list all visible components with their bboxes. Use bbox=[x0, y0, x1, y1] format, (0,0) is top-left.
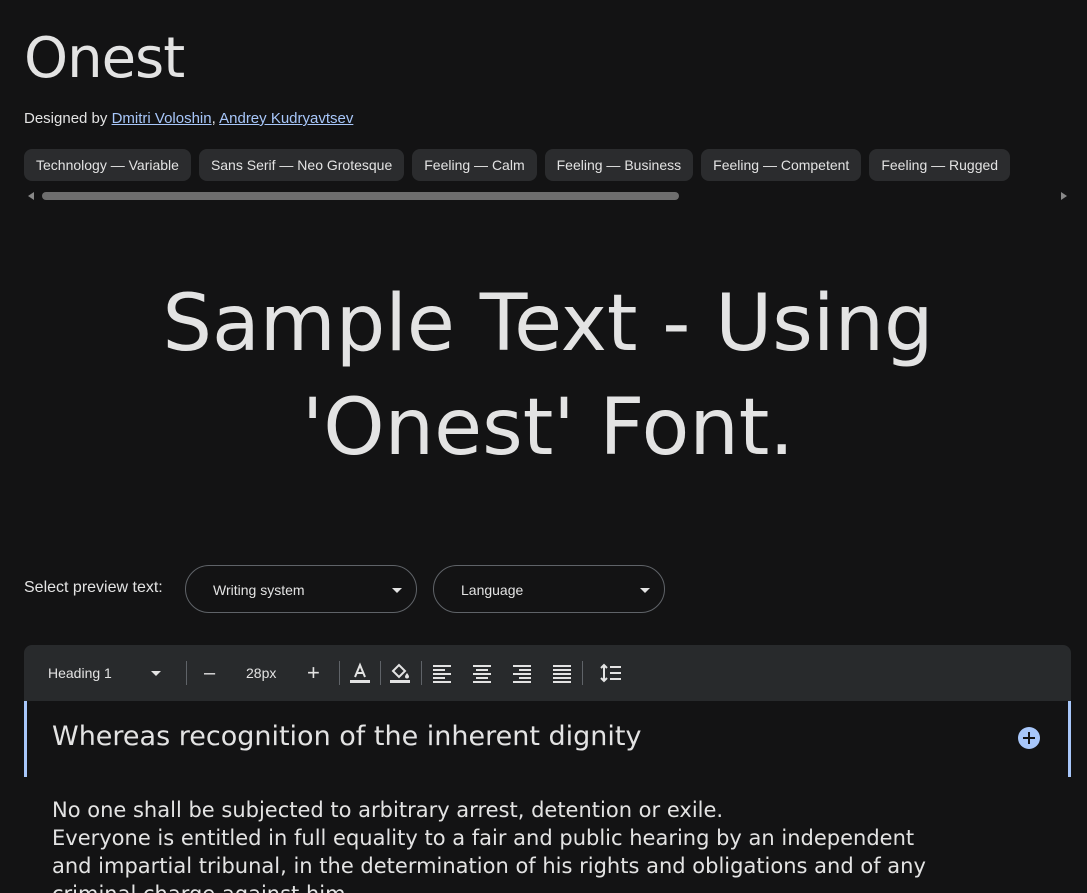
font-title: Onest bbox=[24, 26, 185, 91]
tag-chip[interactable]: Feeling — Competent bbox=[701, 149, 862, 181]
designer-separator: , bbox=[211, 110, 220, 127]
chevron-down-icon bbox=[151, 671, 161, 676]
preview-text-label: Select preview text: bbox=[24, 579, 163, 596]
toolbar-divider bbox=[582, 661, 583, 685]
editor-paragraph[interactable]: Everyone is entitled in full equality to… bbox=[52, 824, 952, 893]
sample-line-1: Sample Text - Using bbox=[162, 279, 934, 369]
language-value: Language bbox=[461, 582, 524, 598]
tag-chip[interactable]: Sans Serif — Neo Grotesque bbox=[198, 149, 405, 181]
chevron-down-icon bbox=[392, 588, 402, 593]
tag-chip[interactable]: Technology — Variable bbox=[24, 149, 191, 181]
align-right-icon[interactable] bbox=[510, 661, 534, 685]
designers-line: Designed by Dmitri Voloshin, Andrey Kudr… bbox=[24, 110, 353, 127]
align-justify-icon[interactable] bbox=[550, 661, 574, 685]
designer-link-2[interactable]: Andrey Kudryavtsev bbox=[219, 110, 353, 127]
designed-by-label: Designed by bbox=[24, 110, 108, 127]
add-block-icon[interactable] bbox=[1018, 727, 1040, 749]
text-style-value: Heading 1 bbox=[48, 665, 112, 681]
toolbar-divider bbox=[380, 661, 381, 685]
sample-text-preview: Sample Text - Using 'Onest' Font. bbox=[80, 272, 1016, 480]
scrollbar-thumb[interactable] bbox=[42, 192, 679, 200]
line-height-icon[interactable] bbox=[599, 661, 623, 685]
increase-size-button[interactable]: + bbox=[307, 645, 320, 701]
tag-chip[interactable]: Feeling — Rugged bbox=[869, 149, 1011, 181]
writing-system-value: Writing system bbox=[213, 582, 305, 598]
fill-color-icon[interactable] bbox=[388, 661, 412, 685]
toolbar-divider bbox=[421, 661, 422, 685]
toolbar-divider bbox=[186, 661, 187, 685]
editor-heading-text[interactable]: Whereas recognition of the inherent dign… bbox=[52, 721, 641, 752]
text-color-icon[interactable] bbox=[348, 661, 372, 685]
tag-chip[interactable]: Feeling — Business bbox=[544, 149, 694, 181]
language-select[interactable]: Language bbox=[433, 565, 665, 613]
text-style-select[interactable]: Heading 1 bbox=[48, 645, 168, 701]
toolbar-divider bbox=[339, 661, 340, 685]
editor-toolbar: Heading 1 – 28px + bbox=[24, 645, 1071, 701]
align-center-icon[interactable] bbox=[470, 661, 494, 685]
designer-link-1[interactable]: Dmitri Voloshin bbox=[112, 110, 212, 127]
sample-line-2: 'Onest' Font. bbox=[301, 383, 795, 473]
font-size-value[interactable]: 28px bbox=[246, 645, 276, 701]
editor-heading-block[interactable]: Whereas recognition of the inherent dign… bbox=[24, 701, 1071, 777]
align-left-icon[interactable] bbox=[430, 661, 454, 685]
scroll-left-arrow-icon[interactable] bbox=[28, 192, 34, 200]
chevron-down-icon bbox=[640, 588, 650, 593]
editor-paragraph[interactable]: No one shall be subjected to arbitrary a… bbox=[52, 796, 952, 824]
writing-system-select[interactable]: Writing system bbox=[185, 565, 417, 613]
decrease-size-button[interactable]: – bbox=[204, 645, 215, 701]
scroll-right-arrow-icon[interactable] bbox=[1061, 192, 1067, 200]
horizontal-scrollbar[interactable] bbox=[24, 189, 1071, 203]
editor-body[interactable]: No one shall be subjected to arbitrary a… bbox=[52, 796, 952, 893]
tag-chip-list: Technology — Variable Sans Serif — Neo Gr… bbox=[24, 149, 1064, 181]
tag-chip[interactable]: Feeling — Calm bbox=[412, 149, 537, 181]
